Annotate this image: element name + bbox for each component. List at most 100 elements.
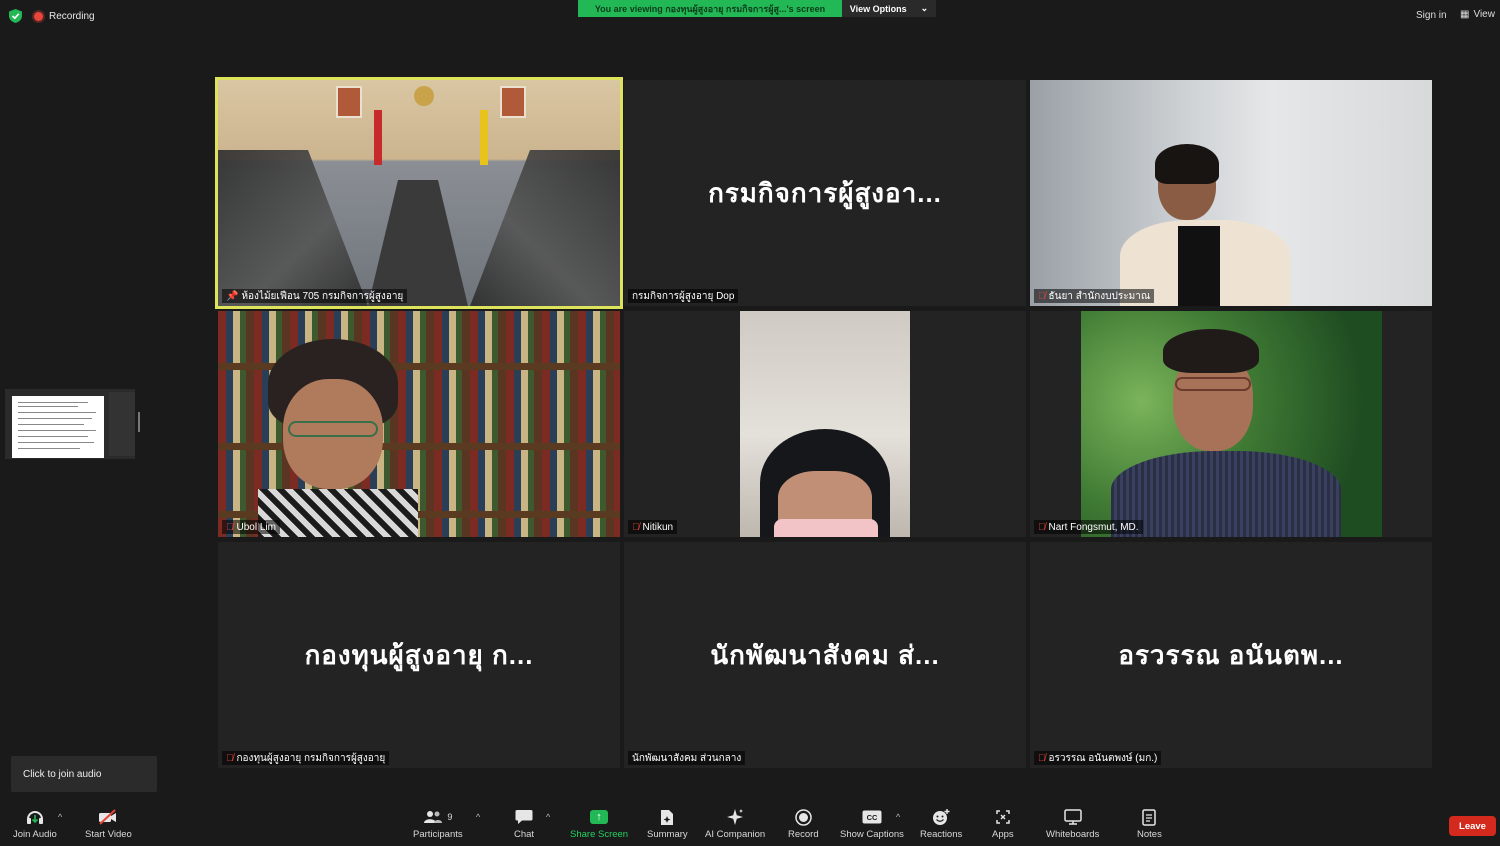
participant-video xyxy=(1081,311,1382,537)
notes-label: Notes xyxy=(1137,829,1162,840)
grid-view-icon: ▦ xyxy=(1460,9,1470,20)
video-tile-budget[interactable]: 🎙̸ ธันยา สำนักงบประมาณ xyxy=(1030,80,1432,306)
video-tile-ubol-lim[interactable]: 🎙̸ Ubol Lim xyxy=(218,311,620,537)
top-bar: Recording You are viewing กองทุนผู้สูงอา… xyxy=(0,0,1500,32)
reactions-label: Reactions xyxy=(920,829,963,840)
captions-caret[interactable]: ^ xyxy=(896,812,900,822)
shield-icon[interactable] xyxy=(9,9,22,23)
video-tile-orawan[interactable]: อรวรรณ อนันตพ... 🎙̸ อรวรรณ อนันตพงษ์ (มก… xyxy=(1030,542,1432,768)
video-tile-nitikun[interactable]: 🎙̸ Nitikun xyxy=(624,311,1026,537)
view-label: View xyxy=(1473,9,1495,20)
viewing-banner: You are viewing กองทุนผู้สูงอายุ กรมกิจก… xyxy=(578,0,842,17)
display-name: กองทุนผู้สูงอายุ ก... xyxy=(304,639,534,670)
video-tile-elderly-fund[interactable]: กองทุนผู้สูงอายุ ก... 🎙̸ กองทุนผู้สูงอาย… xyxy=(218,542,620,768)
leave-button[interactable]: Leave xyxy=(1449,816,1496,836)
headphones-icon xyxy=(26,808,44,826)
participants-label: Participants xyxy=(413,829,463,840)
chevron-down-icon: ⌄ xyxy=(920,3,929,13)
start-video-label: Start Video xyxy=(85,829,132,840)
record-dot-icon xyxy=(34,11,43,21)
participant-label: 🎙̸ อรวรรณ อนันตพงษ์ (มก.) xyxy=(1034,751,1162,765)
record-button[interactable]: Record xyxy=(788,808,819,840)
mic-off-icon: 🎙̸ xyxy=(1038,521,1046,533)
join-audio-tooltip[interactable]: Click to join audio xyxy=(11,756,157,792)
participant-video xyxy=(740,311,910,537)
ai-companion-button[interactable]: AI Companion xyxy=(705,808,765,840)
participant-label: 🎙̸ ธันยา สำนักงบประมาณ xyxy=(1034,289,1155,303)
whiteboard-icon xyxy=(1063,808,1082,826)
pin-icon: 📌 xyxy=(226,290,239,302)
summary-label: Summary xyxy=(647,829,688,840)
participant-name: ห้องไม้ยเฟือน 705 กรมกิจการผู้สูงอายุ xyxy=(241,290,404,302)
participant-label: นักพัฒนาสังคม ส่วนกลาง xyxy=(628,751,746,765)
participant-name: อรวรรณ อนันตพงษ์ (มก.) xyxy=(1048,752,1158,764)
meeting-room-video xyxy=(218,80,620,306)
participant-label: 📌 ห้องไม้ยเฟือน 705 กรมกิจการผู้สูงอายุ xyxy=(222,289,408,303)
chat-label: Chat xyxy=(514,829,535,840)
shared-screen-thumbnail[interactable] xyxy=(5,389,135,459)
mic-off-icon: 🎙̸ xyxy=(632,521,640,533)
view-button[interactable]: ▦ View xyxy=(1460,9,1495,20)
participant-name: ธันยา สำนักงบประมาณ xyxy=(1048,290,1151,302)
mic-off-icon: 🎙̸ xyxy=(1038,752,1046,764)
audio-options-caret[interactable]: ^ xyxy=(58,812,62,822)
join-audio-button[interactable]: Join Audio xyxy=(13,808,57,840)
resize-handle[interactable] xyxy=(138,412,140,432)
document-sidebar xyxy=(109,392,135,456)
record-label: Record xyxy=(788,829,819,840)
chat-button[interactable]: Chat xyxy=(514,808,534,840)
participants-button[interactable]: 9 Participants xyxy=(413,808,463,840)
notes-button[interactable]: Notes xyxy=(1137,808,1162,840)
participant-video xyxy=(1030,80,1432,306)
video-tile-meeting-room[interactable]: 📌 ห้องไม้ยเฟือน 705 กรมกิจการผู้สูงอายุ xyxy=(215,77,623,309)
ai-companion-label: AI Companion xyxy=(705,829,766,840)
join-audio-label: Join Audio xyxy=(13,829,57,840)
cc-icon: CC xyxy=(862,808,882,826)
document-preview xyxy=(12,396,104,458)
mic-off-icon: 🎙̸ xyxy=(226,752,234,764)
video-tile-social-developer[interactable]: นักพัฒนาสังคม ส่... นักพัฒนาสังคม ส่วนกล… xyxy=(624,542,1026,768)
sign-in-link[interactable]: Sign in xyxy=(1416,10,1447,21)
participants-count: 9 xyxy=(447,812,453,822)
smile-plus-icon xyxy=(932,808,950,826)
summary-button[interactable]: Summary xyxy=(647,808,688,840)
start-video-button[interactable]: Start Video xyxy=(85,808,132,840)
whiteboards-button[interactable]: Whiteboards xyxy=(1046,808,1099,840)
chat-caret[interactable]: ^ xyxy=(546,812,550,822)
mic-off-icon: 🎙̸ xyxy=(1038,290,1046,302)
svg-text:CC: CC xyxy=(867,813,878,822)
display-name: นักพัฒนาสังคม ส่... xyxy=(710,639,940,670)
mic-off-icon: 🎙̸ xyxy=(226,521,234,533)
display-name: อรวรรณ อนันตพ... xyxy=(1118,639,1344,670)
share-screen-button[interactable]: ↑ Share Screen xyxy=(570,808,628,840)
participant-name: นักพัฒนาสังคม ส่วนกลาง xyxy=(632,752,742,764)
view-options-label: View Options xyxy=(849,3,907,14)
participant-label: 🎙̸ กองทุนผู้สูงอายุ กรมกิจการผู้สูงอายุ xyxy=(222,751,390,765)
show-captions-button[interactable]: CC Show Captions xyxy=(840,808,904,840)
participant-label: กรมกิจการผู้สูงอายุ Dop xyxy=(628,289,739,303)
chat-bubble-icon xyxy=(515,808,533,826)
video-off-icon xyxy=(98,808,118,826)
recording-indicator[interactable]: Recording xyxy=(34,9,95,23)
reactions-button[interactable]: Reactions xyxy=(920,808,962,840)
show-captions-label: Show Captions xyxy=(840,829,904,840)
sparkle-icon xyxy=(726,808,744,826)
document-sparkle-icon xyxy=(660,808,674,826)
display-name: กรมกิจการผู้สูงอา... xyxy=(708,177,942,208)
participant-name: Nitikun xyxy=(642,521,674,533)
view-options-button[interactable]: View Options ⌄ xyxy=(842,0,936,17)
participant-video xyxy=(218,311,620,537)
apps-icon xyxy=(995,808,1011,826)
participant-name: Nart Fongsmut, MD. xyxy=(1048,521,1139,533)
participant-name: กรมกิจการผู้สูงอายุ Dop xyxy=(632,290,735,302)
participant-label: 🎙̸ Ubol Lim xyxy=(222,520,280,534)
video-tile-dop[interactable]: กรมกิจการผู้สูงอา... กรมกิจการผู้สูงอายุ… xyxy=(624,80,1026,306)
record-icon xyxy=(795,808,812,826)
video-tile-nart-fongsmut[interactable]: 🎙̸ Nart Fongsmut, MD. xyxy=(1030,311,1432,537)
recording-label: Recording xyxy=(49,10,95,22)
participant-label: 🎙̸ Nitikun xyxy=(628,520,678,534)
participant-name: Ubol Lim xyxy=(236,521,276,533)
apps-button[interactable]: Apps xyxy=(992,808,1014,840)
meeting-toolbar: Join Audio ^ Start Video 9 Participants … xyxy=(0,800,1500,846)
participants-caret[interactable]: ^ xyxy=(476,812,480,822)
